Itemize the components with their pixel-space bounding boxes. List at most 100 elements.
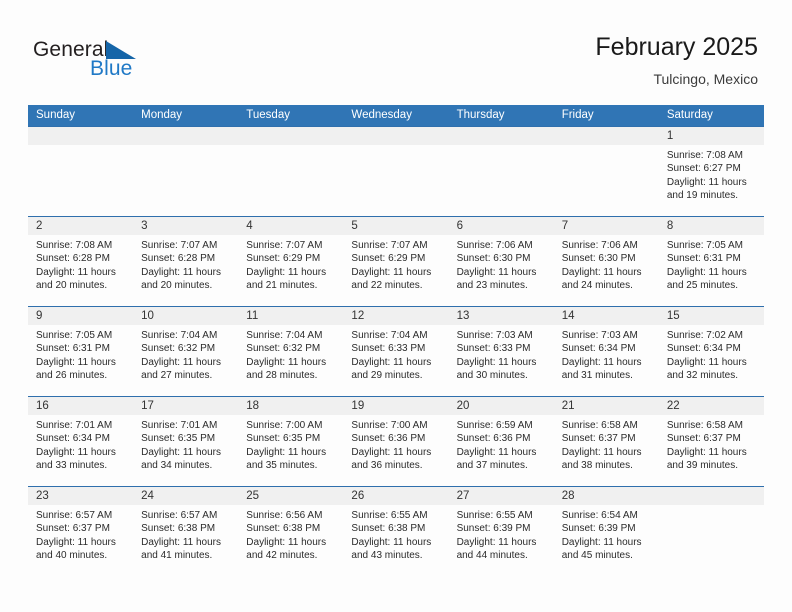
sunset-time: Sunset: 6:34 PM	[36, 433, 110, 445]
calendar-day-cell[interactable]: 3 Sunrise: 7:07 AM Sunset: 6:28 PM Daylight…	[133, 217, 239, 306]
calendar-day-cell[interactable]: 6 Sunrise: 7:06 AM Sunset: 6:30 PM Daylight…	[448, 217, 554, 306]
daylight-duration-line1: Daylight: 11 hours	[246, 266, 327, 278]
weekday-header-sunday: Sunday	[36, 109, 76, 121]
day-details: Sunrise: 7:03 AM Sunset: 6:33 PM Daylight:…	[449, 325, 554, 383]
calendar-day-cell[interactable]: 7 Sunrise: 7:06 AM Sunset: 6:30 PM Daylight…	[553, 217, 659, 306]
day-details: Sunrise: 7:00 AM Sunset: 6:36 PM Daylight:…	[343, 415, 448, 473]
calendar-day-cell[interactable]: 9 Sunrise: 7:05 AM Sunset: 6:31 PM Daylight…	[28, 307, 134, 396]
calendar-day-cell[interactable]: 19 Sunrise: 7:00 AM Sunset: 6:36 PM Dayligh…	[343, 397, 449, 486]
calendar-day-cell[interactable]: 15 Sunrise: 7:02 AM Sunset: 6:34 PM Dayligh…	[658, 307, 764, 396]
general-blue-logo[interactable]: General Blue	[33, 38, 213, 84]
day-number: 16	[28, 397, 134, 415]
sunrise-time: Sunrise: 6:59 AM	[456, 420, 533, 431]
day-number	[133, 127, 239, 145]
calendar-day-cell[interactable]: 18 Sunrise: 7:00 AM Sunset: 6:35 PM Dayligh…	[238, 397, 344, 486]
day-number: 28	[553, 487, 659, 505]
calendar-day-cell[interactable]: 24 Sunrise: 6:57 AM Sunset: 6:38 PM Dayligh…	[133, 487, 239, 576]
daylight-duration-line1: Daylight: 11 hours	[141, 536, 221, 548]
sunset-time: Sunset: 6:35 PM	[141, 433, 216, 445]
daylight-duration-line1: Daylight: 11 hours	[141, 266, 221, 278]
calendar-day-cell[interactable]: 27 Sunrise: 6:55 AM Sunset: 6:39 PM Dayligh…	[448, 487, 554, 576]
daylight-duration-line2: and 40 minutes.	[36, 550, 108, 562]
sunset-time: Sunset: 6:38 PM	[141, 523, 216, 535]
daylight-duration-line2: and 32 minutes.	[666, 370, 739, 382]
daylight-duration-line2: and 41 minutes.	[141, 550, 213, 562]
day-number: 4	[238, 217, 344, 235]
sunrise-time: Sunrise: 7:07 AM	[351, 240, 428, 251]
daylight-duration-line1: Daylight: 11 hours	[246, 536, 327, 548]
day-details: Sunrise: 6:58 AM Sunset: 6:37 PM Daylight:…	[659, 415, 764, 473]
day-number	[238, 127, 344, 145]
sunrise-time: Sunrise: 7:08 AM	[36, 240, 113, 251]
calendar-day-cell[interactable]: 2 Sunrise: 7:08 AM Sunset: 6:28 PM Daylight…	[28, 217, 134, 306]
calendar-day-cell[interactable]: 14 Sunrise: 7:03 AM Sunset: 6:34 PM Dayligh…	[553, 307, 659, 396]
page-header: General Blue February 2025 Tulcingo, Mex…	[0, 0, 792, 100]
calendar-day-cell[interactable]: 28 Sunrise: 6:54 AM Sunset: 6:39 PM Dayligh…	[553, 487, 659, 576]
day-details: Sunrise: 6:59 AM Sunset: 6:36 PM Daylight:…	[449, 415, 554, 473]
calendar-week-row: 9 Sunrise: 7:05 AM Sunset: 6:31 PM Daylight…	[28, 306, 764, 396]
calendar-week-row: 23 Sunrise: 6:57 AM Sunset: 6:37 PM Dayligh…	[28, 486, 764, 576]
daylight-duration-line1: Daylight: 11 hours	[456, 446, 537, 458]
day-number: 9	[28, 307, 134, 325]
calendar-day-cell[interactable]: 26 Sunrise: 6:55 AM Sunset: 6:38 PM Dayligh…	[343, 487, 449, 576]
day-number	[448, 127, 554, 145]
day-number: 5	[343, 217, 449, 235]
daylight-duration-line1: Daylight: 11 hours	[351, 356, 432, 368]
calendar-week-row: 16 Sunrise: 7:01 AM Sunset: 6:34 PM Dayligh…	[28, 396, 764, 486]
daylight-duration-line2: and 21 minutes.	[246, 280, 318, 292]
daylight-duration-line1: Daylight: 11 hours	[141, 446, 221, 458]
sunset-time: Sunset: 6:32 PM	[141, 343, 216, 355]
sunset-time: Sunset: 6:27 PM	[666, 163, 741, 175]
weekday-header-friday: Friday	[561, 109, 594, 121]
day-details: Sunrise: 7:04 AM Sunset: 6:32 PM Daylight:…	[133, 325, 238, 383]
daylight-duration-line1: Daylight: 11 hours	[561, 266, 642, 278]
daylight-duration-line2: and 24 minutes.	[561, 280, 633, 292]
sunset-time: Sunset: 6:39 PM	[456, 523, 531, 535]
sunset-time: Sunset: 6:39 PM	[561, 523, 636, 535]
page-title: February 2025	[595, 33, 758, 61]
sunrise-time: Sunrise: 7:07 AM	[141, 240, 218, 251]
daylight-duration-line1: Daylight: 11 hours	[666, 266, 747, 278]
calendar-day-cell[interactable]: 25 Sunrise: 6:56 AM Sunset: 6:38 PM Dayligh…	[238, 487, 344, 576]
calendar-day-cell[interactable]: 21 Sunrise: 6:58 AM Sunset: 6:37 PM Dayligh…	[553, 397, 659, 486]
daylight-duration-line2: and 30 minutes.	[456, 370, 528, 382]
sunrise-time: Sunrise: 6:54 AM	[561, 510, 638, 521]
day-number: 20	[448, 397, 554, 415]
daylight-duration-line1: Daylight: 11 hours	[351, 266, 432, 278]
daylight-duration-line2: and 39 minutes.	[666, 460, 739, 472]
calendar-day-cell[interactable]: 13 Sunrise: 7:03 AM Sunset: 6:33 PM Dayligh…	[448, 307, 554, 396]
daylight-duration-line2: and 26 minutes.	[36, 370, 108, 382]
calendar-day-cell[interactable]: 5 Sunrise: 7:07 AM Sunset: 6:29 PM Daylight…	[343, 217, 449, 306]
sunrise-time: Sunrise: 7:05 AM	[36, 330, 113, 341]
day-number	[343, 127, 449, 145]
day-number: 8	[658, 217, 764, 235]
calendar-day-cell[interactable]: 1 Sunrise: 7:08 AM Sunset: 6:27 PM Daylight…	[658, 127, 764, 216]
calendar-day-cell[interactable]: 23 Sunrise: 6:57 AM Sunset: 6:37 PM Dayligh…	[28, 487, 134, 576]
sunrise-time: Sunrise: 7:04 AM	[141, 330, 218, 341]
day-details: Sunrise: 6:55 AM Sunset: 6:39 PM Daylight:…	[449, 505, 554, 563]
calendar-day-cell[interactable]: 10 Sunrise: 7:04 AM Sunset: 6:32 PM Dayligh…	[133, 307, 239, 396]
daylight-duration-line2: and 22 minutes.	[351, 280, 423, 292]
calendar-day-cell[interactable]: 17 Sunrise: 7:01 AM Sunset: 6:35 PM Dayligh…	[133, 397, 239, 486]
calendar-day-cell[interactable]: 4 Sunrise: 7:07 AM Sunset: 6:29 PM Daylight…	[238, 217, 344, 306]
calendar-day-cell-empty	[553, 127, 659, 216]
calendar-day-cell[interactable]: 11 Sunrise: 7:04 AM Sunset: 6:32 PM Dayligh…	[238, 307, 344, 396]
calendar-day-cell[interactable]: 12 Sunrise: 7:04 AM Sunset: 6:33 PM Dayligh…	[343, 307, 449, 396]
calendar-day-cell-empty	[343, 127, 449, 216]
sunset-time: Sunset: 6:38 PM	[246, 523, 321, 535]
day-number: 18	[238, 397, 344, 415]
calendar-day-cell[interactable]: 8 Sunrise: 7:05 AM Sunset: 6:31 PM Daylight…	[658, 217, 764, 306]
day-number: 25	[238, 487, 344, 505]
calendar-day-cell[interactable]: 22 Sunrise: 6:58 AM Sunset: 6:37 PM Dayligh…	[658, 397, 764, 486]
sunrise-time: Sunrise: 7:03 AM	[456, 330, 533, 341]
daylight-duration-line2: and 34 minutes.	[141, 460, 213, 472]
day-details: Sunrise: 7:02 AM Sunset: 6:34 PM Daylight:…	[659, 325, 764, 383]
title-block: February 2025 Tulcingo, Mexico	[595, 33, 758, 86]
calendar-day-cell[interactable]: 16 Sunrise: 7:01 AM Sunset: 6:34 PM Dayligh…	[28, 397, 134, 486]
day-number: 17	[133, 397, 239, 415]
weekday-header-saturday: Saturday	[666, 109, 713, 121]
calendar-day-cell[interactable]: 20 Sunrise: 6:59 AM Sunset: 6:36 PM Dayligh…	[448, 397, 554, 486]
day-number	[658, 487, 764, 505]
sunrise-time: Sunrise: 7:04 AM	[246, 330, 323, 341]
daylight-duration-line2: and 42 minutes.	[246, 550, 318, 562]
